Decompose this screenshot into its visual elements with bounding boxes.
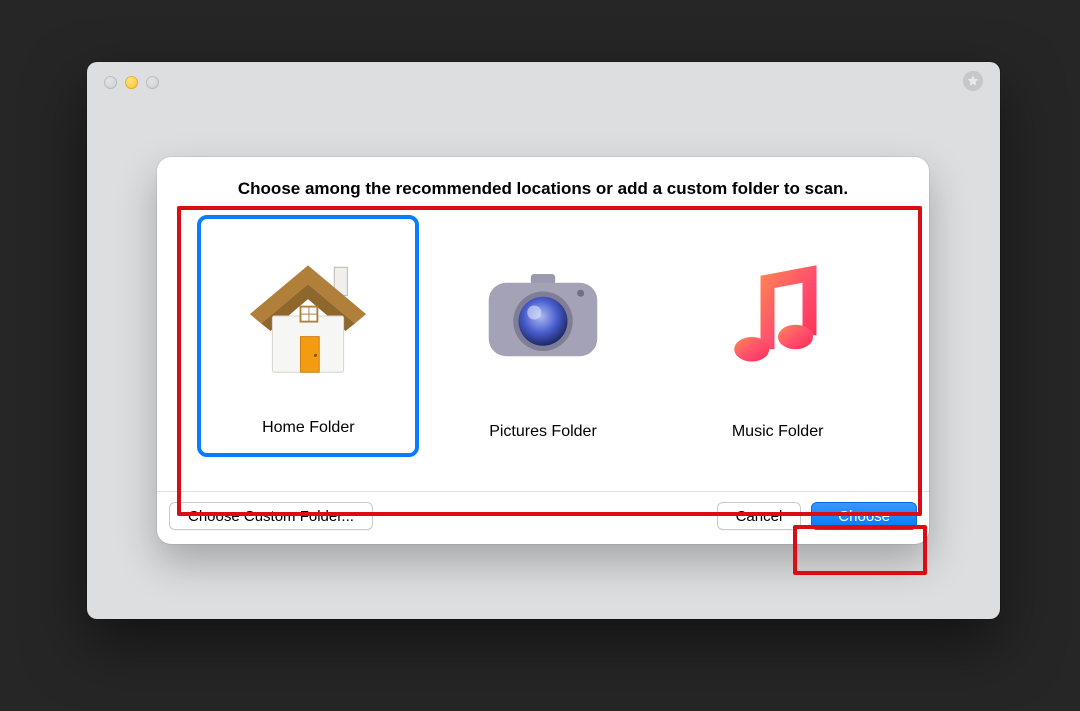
cancel-button[interactable]: Cancel [717, 502, 802, 530]
choose-folder-sheet: Choose among the recommended locations o… [157, 157, 929, 544]
traffic-zoom-icon[interactable] [146, 76, 159, 89]
camera-icon [473, 215, 613, 417]
home-icon [233, 219, 383, 413]
sheet-button-row: Choose Custom Folder... Cancel Choose [157, 492, 929, 544]
option-home-folder[interactable]: Home Folder [197, 215, 419, 457]
choose-custom-folder-button[interactable]: Choose Custom Folder... [169, 502, 373, 530]
music-icon [708, 215, 848, 417]
option-music-folder[interactable]: Music Folder [667, 215, 889, 457]
star-icon[interactable] [962, 70, 984, 92]
traffic-minimize-icon[interactable] [125, 76, 138, 89]
sheet-title: Choose among the recommended locations o… [157, 157, 929, 211]
option-pictures-label: Pictures Folder [489, 423, 597, 441]
option-home-label: Home Folder [262, 419, 354, 437]
traffic-close-icon[interactable] [104, 76, 117, 89]
title-bar [87, 62, 1000, 106]
app-window: Choose among the recommended locations o… [87, 62, 1000, 619]
choose-button[interactable]: Choose [811, 502, 917, 530]
folder-options-row: Home Folder [157, 211, 929, 485]
option-pictures-folder[interactable]: Pictures Folder [432, 215, 654, 457]
option-music-label: Music Folder [732, 423, 824, 441]
traffic-lights [104, 76, 159, 89]
